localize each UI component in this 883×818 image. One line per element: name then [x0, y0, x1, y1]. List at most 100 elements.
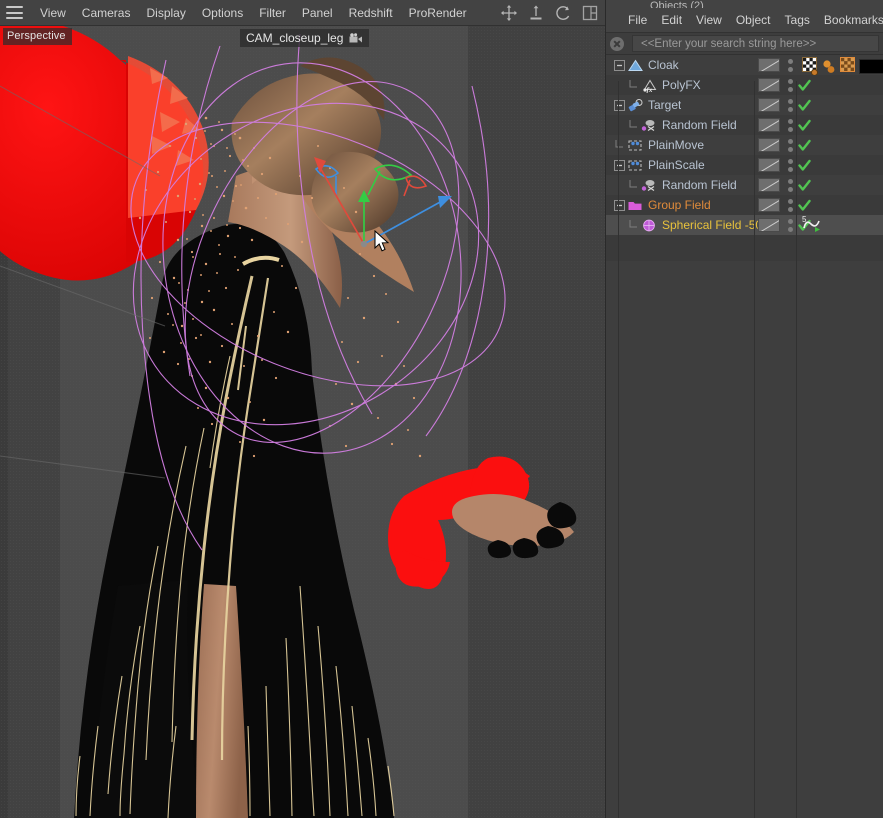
layer-swatch[interactable] — [758, 198, 780, 212]
layer-swatch[interactable] — [758, 218, 780, 232]
viewport-camera-tag[interactable]: CAM_closeup_leg — [240, 29, 369, 47]
visibility-dots[interactable] — [788, 119, 793, 132]
object-row-polyfx[interactable]: fxPolyFX — [606, 75, 883, 95]
move-icon[interactable] — [500, 4, 518, 22]
texture-tag[interactable] — [802, 57, 817, 75]
viewport-menu-display[interactable]: Display — [138, 4, 193, 22]
layer-swatch[interactable] — [758, 58, 780, 72]
visibility-dots[interactable] — [788, 59, 793, 72]
tree-branch-line — [628, 220, 639, 231]
expand-toggle[interactable] — [614, 100, 625, 111]
object-row-plainmove[interactable]: PlainMove — [606, 135, 883, 155]
cinema4d-window: View Cameras Display Options Filter Pane… — [0, 0, 883, 818]
random-field-icon — [641, 178, 658, 193]
object-row-random-field[interactable]: Random Field — [606, 115, 883, 135]
object-manager-panel: Objects (2) File Edit View Object Tags B… — [605, 0, 883, 818]
layer-swatch[interactable] — [758, 138, 780, 152]
object-tree[interactable]: Cloak fxPolyFX Target Random Field PlainMove… — [606, 55, 883, 235]
object-tags — [802, 57, 883, 75]
enable-checkmark[interactable] — [798, 159, 811, 172]
viewport-scene — [0, 26, 605, 818]
rotate-icon[interactable] — [554, 4, 572, 22]
om-menu-view[interactable]: View — [689, 11, 729, 29]
scale-icon[interactable] — [527, 4, 545, 22]
dynamics-tag[interactable] — [821, 59, 836, 74]
expand-toggle[interactable] — [614, 200, 625, 211]
viewport-menu-options[interactable]: Options — [194, 4, 251, 22]
visibility-dots[interactable] — [788, 159, 793, 172]
object-row-random-field[interactable]: Random Field — [606, 175, 883, 195]
layout-icon[interactable] — [581, 4, 599, 22]
mouse-cursor — [374, 230, 390, 253]
black-swatch-tag[interactable] — [859, 59, 883, 74]
camera-icon — [349, 33, 363, 44]
om-menu-bookmarks[interactable]: Bookmarks — [817, 11, 883, 29]
svg-text:fx: fx — [647, 86, 653, 93]
enable-checkmark[interactable] — [798, 179, 811, 192]
cloak-object-icon — [627, 58, 644, 73]
object-tree-empty-area[interactable] — [606, 261, 883, 818]
visibility-dots[interactable] — [788, 179, 793, 192]
viewport-menu-view[interactable]: View — [32, 4, 74, 22]
3d-viewport[interactable]: Perspective CAM_closeup_leg — [0, 26, 605, 818]
group-field-folder-icon — [627, 198, 644, 213]
viewport-menu-burger-icon[interactable] — [6, 6, 23, 19]
expand-toggle[interactable] — [614, 60, 625, 71]
viewport-menu-panel[interactable]: Panel — [294, 4, 341, 22]
visibility-dots[interactable] — [788, 99, 793, 112]
viewport-view-label[interactable]: Perspective — [3, 28, 72, 45]
object-row-spherical-field-50[interactable]: Spherical Field -50 5 — [606, 215, 883, 235]
plain-effector-icon — [627, 158, 644, 173]
viewport-menu-cameras[interactable]: Cameras — [74, 4, 139, 22]
object-row-label: Random Field — [662, 178, 737, 192]
random-field-icon — [641, 118, 658, 133]
om-menu-object[interactable]: Object — [729, 11, 778, 29]
object-tags: 5 — [802, 217, 822, 232]
object-row-label: PlainMove — [648, 138, 704, 152]
visibility-dots[interactable] — [788, 199, 793, 212]
layer-swatch[interactable] — [758, 98, 780, 112]
object-row-target[interactable]: Target — [606, 95, 883, 115]
om-menu-file[interactable]: File — [621, 11, 654, 29]
visibility-dots[interactable] — [788, 219, 793, 232]
plain-effector-icon — [627, 138, 644, 153]
object-row-label: Target — [648, 98, 681, 112]
object-row-group-field[interactable]: Group Field — [606, 195, 883, 215]
texture-tag-selected[interactable] — [840, 57, 855, 75]
object-manager-menubar: File Edit View Object Tags Bookmarks — [606, 8, 883, 33]
object-row-label: Cloak — [648, 58, 679, 72]
viewport-panel: View Cameras Display Options Filter Pane… — [0, 0, 605, 818]
layer-swatch[interactable] — [758, 158, 780, 172]
object-row-cloak[interactable]: Cloak — [606, 55, 883, 75]
layer-swatch[interactable] — [758, 118, 780, 132]
om-menu-tags[interactable]: Tags — [778, 11, 817, 29]
enable-checkmark[interactable] — [798, 119, 811, 132]
spline-falloff-tag[interactable]: 5 — [802, 217, 822, 232]
viewport-menu-prorender[interactable]: ProRender — [401, 4, 475, 22]
layer-swatch[interactable] — [758, 78, 780, 92]
viewport-menu-redshift[interactable]: Redshift — [341, 4, 401, 22]
viewport-menu-filter[interactable]: Filter — [251, 4, 294, 22]
enable-checkmark[interactable] — [798, 139, 811, 152]
visibility-dots[interactable] — [788, 139, 793, 152]
clear-search-icon[interactable] — [610, 37, 624, 51]
object-row-label: Group Field — [648, 198, 711, 212]
spherical-field-icon — [641, 218, 658, 233]
enable-checkmark[interactable] — [798, 199, 811, 212]
viewport-nav-icons — [500, 0, 599, 26]
layer-swatch[interactable] — [758, 178, 780, 192]
column-divider — [796, 81, 797, 818]
search-input[interactable]: <<Enter your search string here>> — [632, 35, 879, 52]
tree-branch-line — [628, 180, 639, 191]
visibility-dots[interactable] — [788, 79, 793, 92]
enable-checkmark[interactable] — [798, 79, 811, 92]
expand-toggle[interactable] — [614, 160, 625, 171]
object-row-label: Spherical Field -50 — [662, 218, 762, 232]
column-divider — [618, 81, 619, 818]
object-row-plainscale[interactable]: PlainScale — [606, 155, 883, 175]
tree-branch-line — [614, 140, 625, 151]
object-row-label: Random Field — [662, 118, 737, 132]
om-menu-edit[interactable]: Edit — [654, 11, 689, 29]
enable-checkmark[interactable] — [798, 99, 811, 112]
column-divider — [754, 81, 755, 818]
